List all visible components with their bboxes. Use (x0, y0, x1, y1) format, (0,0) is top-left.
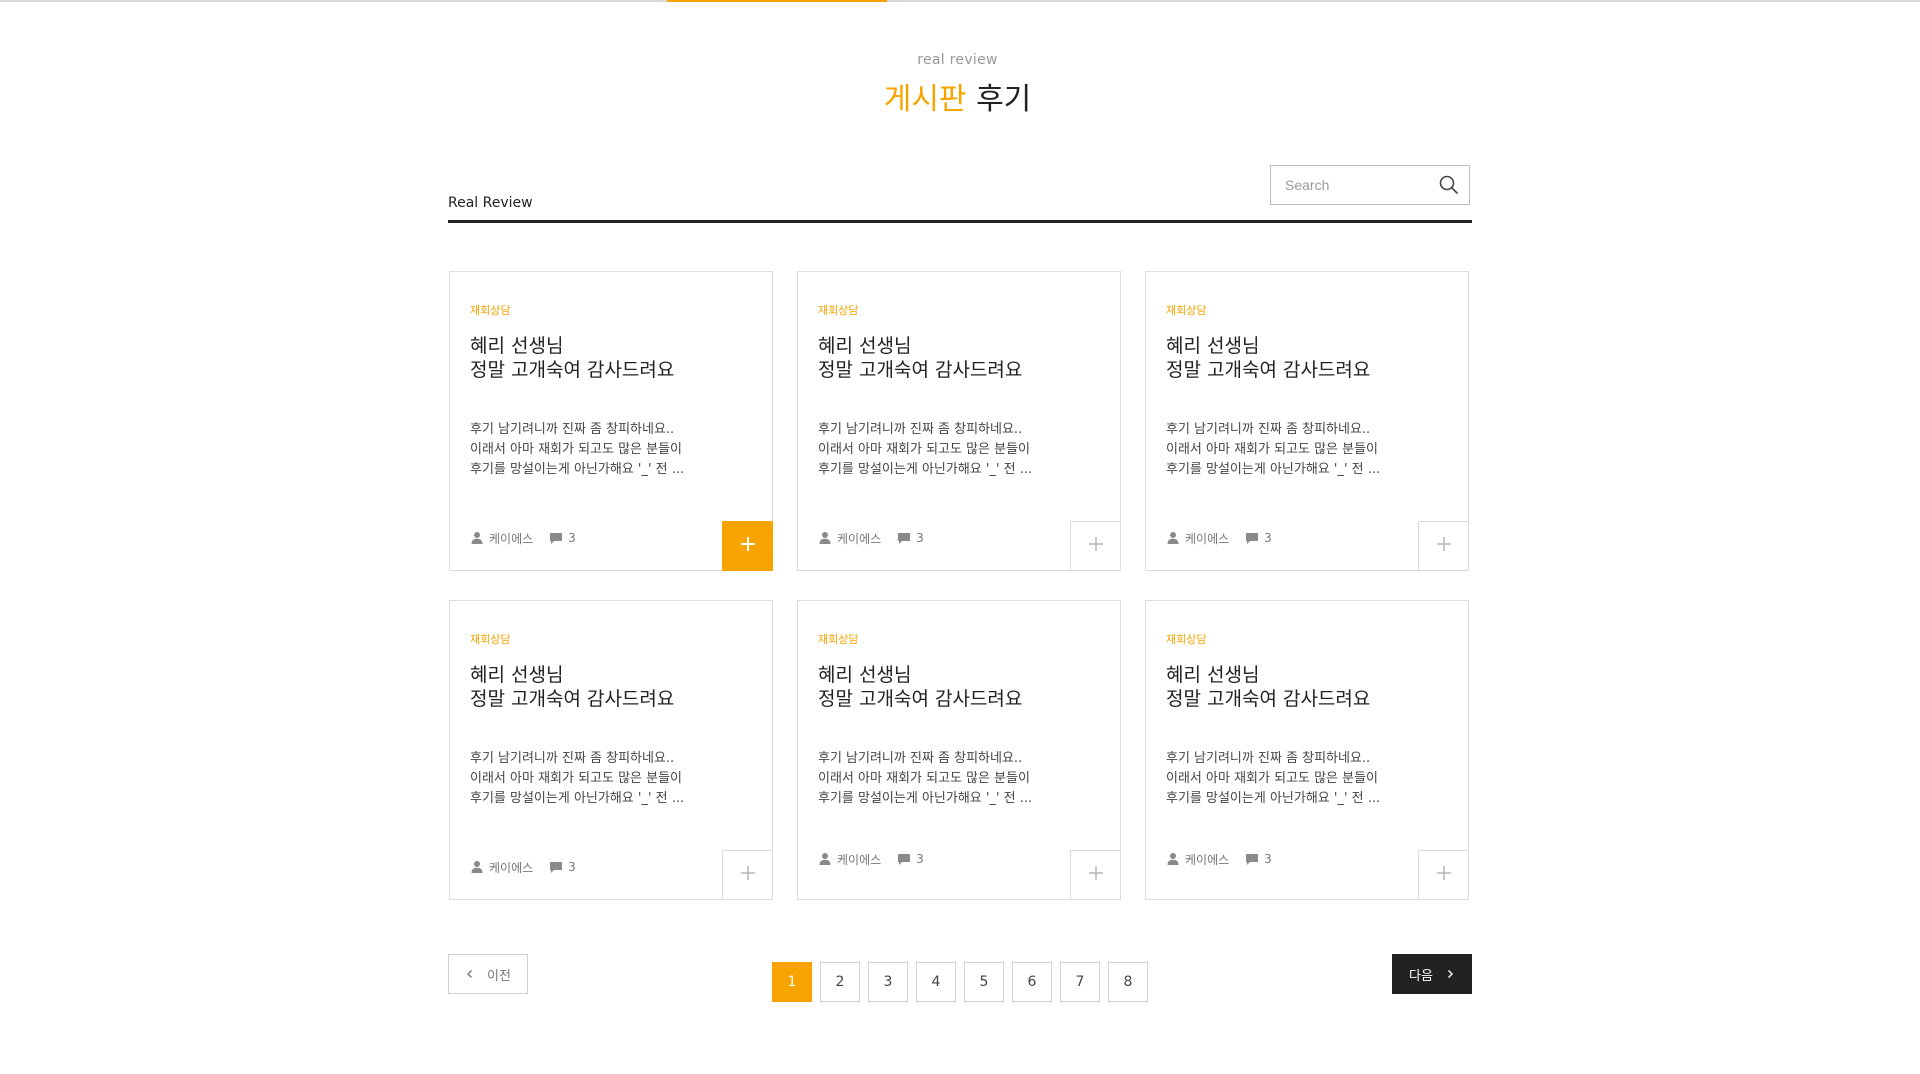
card-author: 케이에스 (1185, 531, 1230, 546)
card-excerpt: 후기 남기려니까 진짜 좀 창피하네요.. 이래서 아마 재회가 되고도 많은 … (470, 422, 685, 477)
card-category: 재회상담 (1166, 304, 1207, 317)
user-icon (470, 860, 484, 874)
card-title[interactable]: 혜리 선생님 정말 고개숙여 감사드려요 (470, 663, 674, 711)
page-title-rest: 후기 (966, 82, 1032, 117)
card-meta: 케이에스 3 (1166, 851, 1272, 867)
page-number[interactable]: 7 (1060, 962, 1100, 1002)
user-icon (1166, 531, 1180, 545)
review-card[interactable]: 재회상담 혜리 선생님 정말 고개숙여 감사드려요 후기 남기려니까 진짜 좀 … (449, 600, 773, 900)
plus-icon (1435, 864, 1453, 886)
chevron-left-icon (465, 969, 475, 979)
card-meta: 케이에스 3 (470, 530, 576, 546)
card-comment-count: 3 (916, 852, 924, 866)
user-icon (470, 531, 484, 545)
card-more-button[interactable] (722, 850, 773, 900)
card-category: 재회상담 (1166, 633, 1207, 646)
card-title[interactable]: 혜리 선생님 정말 고개숙여 감사드려요 (1166, 334, 1370, 382)
card-author: 케이에스 (837, 852, 882, 867)
page-number[interactable]: 8 (1108, 962, 1148, 1002)
page-title-accent: 게시판 (883, 82, 967, 117)
card-excerpt: 후기 남기려니까 진짜 좀 창피하네요.. 이래서 아마 재회가 되고도 많은 … (818, 422, 1033, 477)
prev-page-button[interactable]: 이전 (448, 954, 528, 994)
top-divider (0, 0, 1920, 2)
card-title[interactable]: 혜리 선생님 정말 고개숙여 감사드려요 (1166, 663, 1370, 711)
card-author: 케이에스 (489, 860, 534, 875)
pagination: 1 2 3 4 5 6 7 8 (772, 962, 1156, 1002)
chevron-right-icon (1445, 969, 1455, 979)
card-excerpt: 후기 남기려니까 진짜 좀 창피하네요.. 이래서 아마 재회가 되고도 많은 … (1166, 751, 1381, 806)
page-number[interactable]: 6 (1012, 962, 1052, 1002)
card-comment-count: 3 (568, 860, 576, 874)
card-category: 재회상담 (818, 633, 859, 646)
card-title[interactable]: 혜리 선생님 정말 고개숙여 감사드려요 (818, 334, 1022, 382)
plus-icon (739, 535, 757, 557)
card-more-button[interactable] (1418, 850, 1469, 900)
review-card[interactable]: 재회상담 혜리 선생님 정말 고개숙여 감사드려요 후기 남기려니까 진짜 좀 … (1145, 271, 1469, 571)
prev-page-label: 이전 (487, 968, 511, 984)
card-comment-count: 3 (1264, 531, 1272, 545)
comment-icon (897, 852, 911, 866)
card-excerpt: 후기 남기려니까 진짜 좀 창피하네요.. 이래서 아마 재회가 되고도 많은 … (818, 751, 1033, 806)
plus-icon (739, 864, 757, 886)
card-author: 케이에스 (489, 531, 534, 546)
next-page-label: 다음 (1409, 968, 1433, 984)
comment-icon (549, 860, 563, 874)
card-category: 재회상담 (470, 633, 511, 646)
card-comment-count: 3 (568, 531, 576, 545)
card-meta: 케이에스 3 (1166, 530, 1272, 546)
review-card[interactable]: 재회상담 혜리 선생님 정말 고개숙여 감사드려요 후기 남기려니까 진짜 좀 … (449, 271, 773, 571)
page-number[interactable]: 5 (964, 962, 1004, 1002)
card-author: 케이에스 (1185, 852, 1230, 867)
search-input[interactable] (1271, 166, 1431, 204)
user-icon (818, 852, 832, 866)
search-box (1270, 165, 1470, 205)
page-number[interactable]: 3 (868, 962, 908, 1002)
plus-icon (1087, 535, 1105, 557)
card-more-button[interactable] (1070, 521, 1121, 571)
user-icon (818, 531, 832, 545)
card-more-button[interactable] (1418, 521, 1469, 571)
card-category: 재회상담 (470, 304, 511, 317)
section-eyebrow: real review (917, 52, 998, 68)
page-number[interactable]: 4 (916, 962, 956, 1002)
card-comment-count: 3 (1264, 852, 1272, 866)
card-title[interactable]: 혜리 선생님 정말 고개숙여 감사드려요 (470, 334, 674, 382)
card-author: 케이에스 (837, 531, 882, 546)
search-icon[interactable] (1437, 173, 1461, 197)
card-more-button[interactable] (722, 521, 773, 571)
comment-icon (1245, 852, 1259, 866)
board-label: Real Review (448, 195, 533, 211)
card-meta: 케이에스 3 (470, 859, 576, 875)
card-comment-count: 3 (916, 531, 924, 545)
user-icon (1166, 852, 1180, 866)
card-category: 재회상담 (818, 304, 859, 317)
plus-icon (1435, 535, 1453, 557)
comment-icon (1245, 531, 1259, 545)
card-excerpt: 후기 남기려니까 진짜 좀 창피하네요.. 이래서 아마 재회가 되고도 많은 … (1166, 422, 1381, 477)
card-meta: 케이에스 3 (818, 851, 924, 867)
board-header: Real Review (448, 164, 1472, 223)
review-card[interactable]: 재회상담 혜리 선생님 정말 고개숙여 감사드려요 후기 남기려니까 진짜 좀 … (1145, 600, 1469, 900)
active-menu-indicator (667, 0, 887, 2)
card-more-button[interactable] (1070, 850, 1121, 900)
review-card[interactable]: 재회상담 혜리 선생님 정말 고개숙여 감사드려요 후기 남기려니까 진짜 좀 … (797, 271, 1121, 571)
card-title[interactable]: 혜리 선생님 정말 고개숙여 감사드려요 (818, 663, 1022, 711)
comment-icon (897, 531, 911, 545)
page-number[interactable]: 2 (820, 962, 860, 1002)
next-page-button[interactable]: 다음 (1392, 954, 1472, 994)
page-number-current[interactable]: 1 (772, 962, 812, 1002)
page-title: 게시판 후기 (0, 74, 1915, 118)
plus-icon (1087, 864, 1105, 886)
comment-icon (549, 531, 563, 545)
card-excerpt: 후기 남기려니까 진짜 좀 창피하네요.. 이래서 아마 재회가 되고도 많은 … (470, 751, 685, 806)
review-card[interactable]: 재회상담 혜리 선생님 정말 고개숙여 감사드려요 후기 남기려니까 진짜 좀 … (797, 600, 1121, 900)
card-meta: 케이에스 3 (818, 530, 924, 546)
